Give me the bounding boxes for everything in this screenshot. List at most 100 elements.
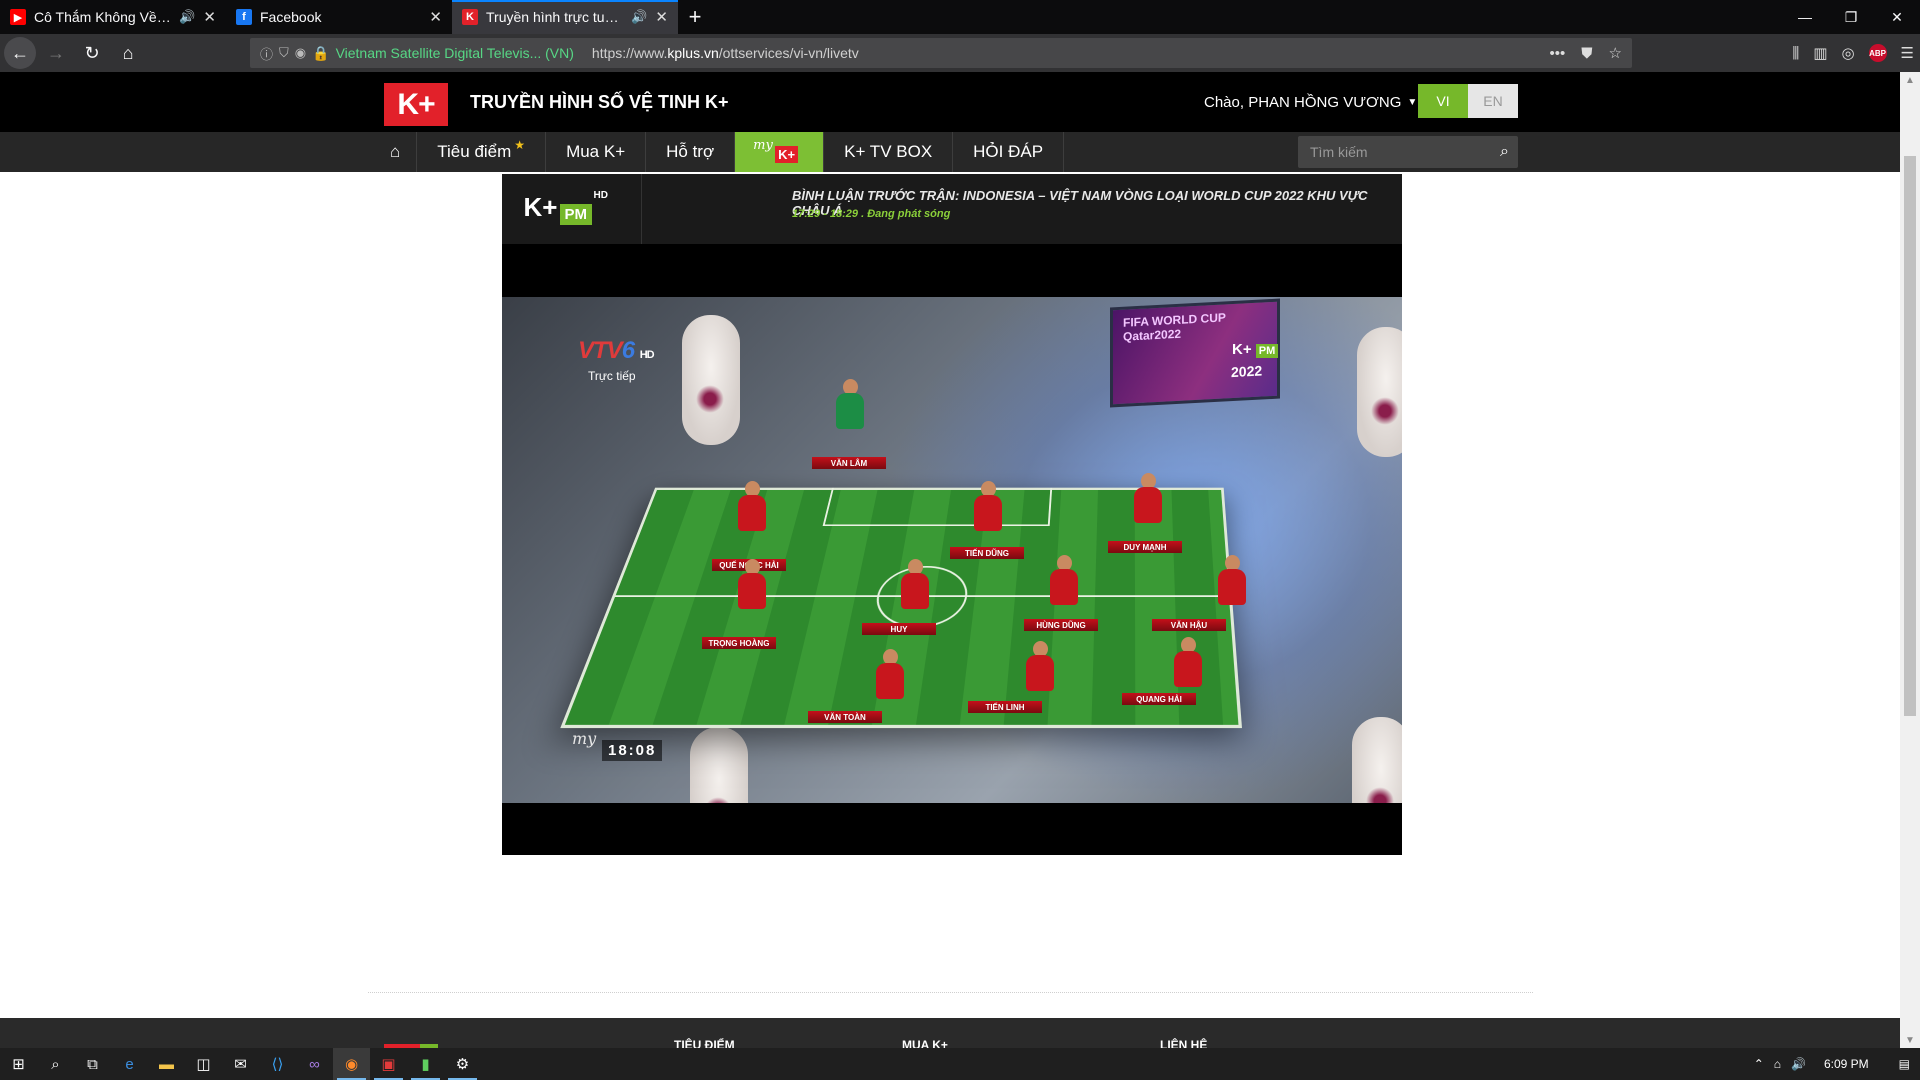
autoplay-icon[interactable]: ◉ — [295, 45, 306, 61]
player-name: VĂN LÂM — [812, 457, 886, 469]
lock-icon: 🔒 — [312, 44, 330, 61]
scroll-up-icon[interactable]: ▲ — [1900, 72, 1920, 88]
windows-taskbar: ⊞ ⌕ ⧉ e ▬ ◫ ✉ ⟨⟩ ∞ ◉ ▣ ▮ ⚙ ⌃ ⌂ 🔊 6:09 PM… — [0, 1048, 1920, 1080]
kplus-icon: K — [462, 9, 478, 25]
kplus-logo[interactable]: K+ — [384, 83, 448, 126]
watermark-text: K+ — [1232, 341, 1252, 358]
menu-tvbox[interactable]: K+ TV BOX — [824, 132, 954, 172]
speaker-icon[interactable]: 🔊 — [631, 9, 647, 25]
tab-youtube[interactable]: ▶ Cô Thắm Không Về (DinhLo 🔊 ✕ — [0, 0, 226, 34]
close-tab-icon[interactable]: ✕ — [655, 8, 668, 26]
search-icon[interactable]: ⌕ — [37, 1048, 74, 1080]
library-icon[interactable]: ⫼ — [1792, 45, 1799, 62]
home-icon[interactable]: ⌂ — [112, 37, 144, 69]
new-tab-button[interactable]: + — [678, 0, 712, 34]
lang-en-button[interactable]: EN — [1468, 84, 1518, 118]
close-tab-icon[interactable]: ✕ — [203, 8, 216, 26]
vscode-icon[interactable]: ⟨⟩ — [259, 1048, 296, 1080]
browser-tab-bar: ▶ Cô Thắm Không Về (DinhLo 🔊 ✕ f Faceboo… — [0, 0, 1920, 34]
mykplus-logo: my K+ — [753, 138, 805, 166]
app-icon-gear[interactable]: ⚙ — [444, 1048, 481, 1080]
info-icon[interactable]: ⓘ — [260, 44, 273, 63]
youtube-icon: ▶ — [10, 9, 26, 25]
search-input[interactable] — [1298, 144, 1491, 160]
firefox-icon[interactable]: ◉ — [333, 1048, 370, 1080]
task-view-icon[interactable]: ⧉ — [74, 1048, 111, 1080]
forward-icon[interactable]: → — [40, 37, 72, 69]
back-icon[interactable]: ← — [4, 37, 36, 69]
page-scrollbar[interactable]: ▲ ▼ — [1900, 72, 1920, 1048]
security-label: Vietnam Satellite Digital Televis... (VN… — [335, 45, 574, 61]
channel-watermark: K+ PM — [1232, 341, 1279, 358]
browser-nav-bar: ← → ↻ ⌂ ⓘ ⛉ ◉ 🔒 Vietnam Satellite Digita… — [0, 34, 1920, 72]
my-text: my — [753, 138, 773, 153]
caret-down-icon: ▼ — [1407, 97, 1418, 108]
lineup-player — [1046, 555, 1082, 607]
minimize-icon[interactable]: — — [1782, 0, 1828, 34]
menu-faq[interactable]: HỎI ĐÁP — [953, 132, 1065, 172]
close-tab-icon[interactable]: ✕ — [429, 8, 442, 26]
menu-icon[interactable]: ☰ — [1901, 44, 1914, 62]
lang-vi-button[interactable]: VI — [1418, 84, 1468, 118]
shield-icon[interactable]: ⛉ — [279, 45, 289, 61]
channel-logo[interactable]: K+ PM HD — [502, 174, 642, 244]
search-icon[interactable]: ⌕ — [1491, 143, 1518, 161]
tab-title: Facebook — [260, 9, 322, 25]
broadcaster-hd: HD — [639, 349, 655, 361]
facebook-icon: f — [236, 9, 252, 25]
store-icon[interactable]: ◫ — [185, 1048, 222, 1080]
lineup-player — [970, 481, 1006, 533]
player-name: TRỌNG HOÀNG — [702, 637, 776, 649]
screen-text: FIFA WORLD CUP Qatar2022 — [1123, 310, 1226, 344]
visual-studio-icon[interactable]: ∞ — [296, 1048, 333, 1080]
windows-start-icon[interactable]: ⊞ — [0, 1048, 37, 1080]
close-window-icon[interactable]: ✕ — [1874, 0, 1920, 34]
app-icon-green[interactable]: ▮ — [407, 1048, 444, 1080]
reload-icon[interactable]: ↻ — [76, 37, 108, 69]
mail-icon[interactable]: ✉ — [222, 1048, 259, 1080]
player-name: QUANG HẢI — [1122, 693, 1196, 705]
section-divider — [368, 992, 1533, 993]
scroll-down-icon[interactable]: ▼ — [1900, 1032, 1920, 1048]
menu-mykplus[interactable]: my K+ — [735, 132, 825, 172]
file-explorer-icon[interactable]: ▬ — [148, 1048, 185, 1080]
site-header: K+ TRUYỀN HÌNH SỐ VỆ TINH K+ Chào, PHAN … — [0, 72, 1900, 132]
network-icon[interactable]: ⌂ — [1774, 1057, 1781, 1071]
page-actions-icon[interactable]: ••• — [1550, 45, 1566, 62]
menu-home[interactable]: ⌂ — [374, 132, 418, 172]
live-label: Trực tiếp — [588, 369, 636, 383]
pocket-icon[interactable]: ⛊ — [1581, 45, 1592, 62]
broadcaster-logo: VTV6 HD — [578, 337, 655, 365]
menu-focus[interactable]: Tiêu điểm ★ — [417, 132, 547, 172]
notifications-icon[interactable]: ▤ — [1899, 1057, 1910, 1071]
lineup-player — [734, 481, 770, 533]
live-tv-player[interactable]: K+ PM HD BÌNH LUẬN TRƯỚC TRẬN: INDONESIA… — [502, 174, 1402, 855]
url-bar[interactable]: ⓘ ⛉ ◉ 🔒 Vietnam Satellite Digital Televi… — [250, 38, 1632, 68]
user-menu[interactable]: Chào, PHAN HỒNG VƯƠNG ▼ — [1204, 94, 1417, 111]
account-icon[interactable]: ◎ — [1841, 44, 1854, 62]
bookmark-star-icon[interactable]: ☆ — [1609, 44, 1622, 62]
tray-expand-icon[interactable]: ⌃ — [1754, 1057, 1764, 1071]
scroll-thumb[interactable] — [1904, 156, 1916, 716]
speaker-icon[interactable]: 🔊 — [179, 9, 195, 25]
app-icon-red[interactable]: ▣ — [370, 1048, 407, 1080]
tab-facebook[interactable]: f Facebook ✕ — [226, 0, 452, 34]
site-identity[interactable]: 🔒 Vietnam Satellite Digital Televis... (… — [312, 45, 574, 62]
tab-title: Truyền hình trực tuyến - my — [486, 9, 623, 25]
site-nav: ⌂ Tiêu điểm ★ Mua K+ Hỗ trợ my K+ K+ TV … — [0, 132, 1900, 172]
clock-time[interactable]: 6:09 PM — [1824, 1057, 1869, 1071]
home-icon: ⌂ — [390, 142, 401, 161]
sidebar-icon[interactable]: ▥ — [1813, 44, 1827, 62]
volume-icon[interactable]: 🔊 — [1791, 1057, 1806, 1071]
video-frame[interactable]: FIFA WORLD CUP Qatar2022 2022 VTV6 HD Tr… — [502, 297, 1402, 803]
menu-support[interactable]: Hỗ trợ — [646, 132, 736, 172]
trophy-decor — [682, 315, 740, 445]
lineup-player — [1022, 641, 1058, 693]
menu-buy[interactable]: Mua K+ — [546, 132, 647, 172]
tab-kplus[interactable]: K Truyền hình trực tuyến - my 🔊 ✕ — [452, 0, 678, 34]
edge-icon[interactable]: e — [111, 1048, 148, 1080]
adblock-icon[interactable]: ABP — [1868, 44, 1887, 62]
lineup-player — [1214, 555, 1250, 607]
restore-icon[interactable]: ❐ — [1828, 0, 1874, 34]
player-name: DUY MẠNH — [1108, 541, 1182, 553]
